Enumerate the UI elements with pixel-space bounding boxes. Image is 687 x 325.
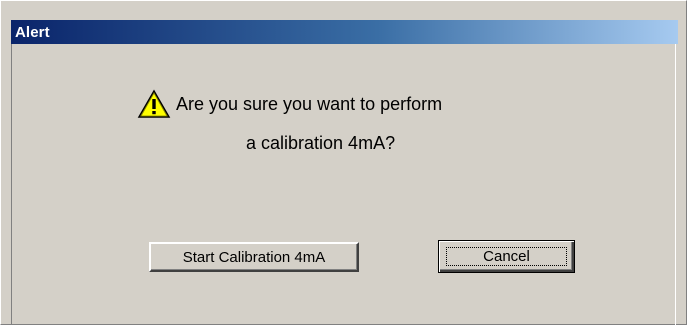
alert-dialog: Alert Are you sure you want to perform a… — [0, 0, 687, 325]
message-second-line: a calibration 4mA? — [246, 133, 395, 154]
title-bar[interactable]: Alert — [11, 20, 678, 44]
message-text-line1: Are you sure you want to perform — [176, 93, 443, 114]
start-calibration-label: Start Calibration 4mA — [182, 248, 326, 266]
cancel-button[interactable]: Cancel — [438, 240, 575, 273]
message-text-line2: a calibration 4mA? — [246, 133, 396, 153]
window-title: Alert — [15, 23, 50, 41]
warning-icon — [137, 89, 171, 119]
start-calibration-button[interactable]: Start Calibration 4mA — [149, 242, 359, 272]
dialog-frame — [11, 22, 676, 325]
cancel-label: Cancel — [483, 248, 530, 265]
message-first-line: Are you sure you want to perform — [137, 89, 442, 119]
